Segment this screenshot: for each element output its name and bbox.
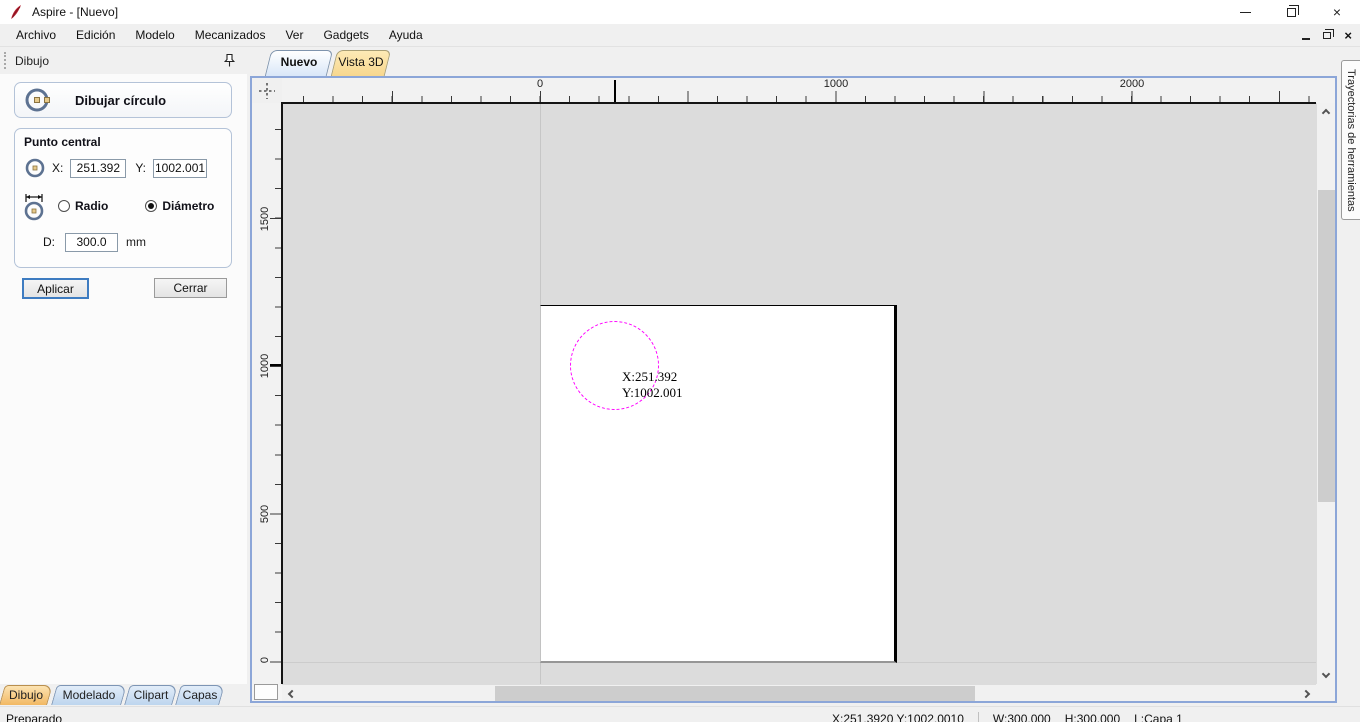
- ruler-label-v0: 0: [259, 656, 271, 664]
- document-tab-strip: Nuevo Vista 3D: [247, 47, 747, 76]
- window-controls: ×: [1222, 0, 1360, 24]
- menu-ver[interactable]: Ver: [275, 24, 313, 46]
- x-input[interactable]: [70, 158, 127, 178]
- center-point-row: X: Y:: [24, 157, 224, 179]
- panel-title: Dibujo: [15, 53, 50, 68]
- app-logo-icon: [11, 5, 21, 19]
- splitter-box[interactable]: [252, 684, 282, 701]
- menu-edicion[interactable]: Edición: [66, 24, 125, 46]
- ruler-label-h0: 0: [536, 78, 544, 90]
- draw-circle-icon: [25, 88, 50, 112]
- menu-mecanizados[interactable]: Mecanizados: [185, 24, 276, 46]
- status-cursor-xy: X:251.3920 Y:1002.0010: [832, 712, 964, 722]
- status-layer: L:Capa 1: [1134, 712, 1183, 722]
- minimize-icon[interactable]: [1222, 0, 1268, 24]
- mdi-minimize-icon[interactable]: [1302, 37, 1311, 40]
- diameter-value-row: D: mm: [43, 231, 233, 253]
- tool-header-card: Dibujar círculo: [14, 82, 232, 118]
- menu-ayuda[interactable]: Ayuda: [379, 24, 433, 46]
- window-title: Aspire - [Nuevo]: [32, 5, 119, 19]
- cursor-x-marker: [614, 80, 616, 102]
- ruler-label-h1000: 1000: [823, 78, 849, 90]
- toolpaths-tab-label: Trayectorias de herramientas: [1345, 68, 1357, 212]
- vertical-scrollbar[interactable]: [1316, 103, 1335, 684]
- viewport-top-border: [281, 102, 1316, 104]
- annotation-y: Y:1002.001: [622, 385, 683, 400]
- ruler-label-v1500: 1500: [259, 206, 271, 232]
- d-label: D:: [43, 235, 55, 249]
- scroll-left-icon[interactable]: [282, 685, 299, 702]
- diameter-input[interactable]: [65, 232, 118, 252]
- vertical-scrollbar-thumb[interactable]: [1318, 190, 1335, 502]
- drawing-viewport[interactable]: X:251.392 Y:1002.001: [282, 103, 1316, 684]
- tool-title: Dibujar círculo: [75, 92, 167, 108]
- ruler-label-v1000: 1000: [259, 353, 271, 379]
- status-ready: Preparado: [6, 712, 63, 722]
- diameter-radio-label[interactable]: Diámetro: [162, 199, 214, 213]
- tab-dibujo[interactable]: Dibujo: [0, 685, 53, 705]
- cursor-coordinates-annotation: X:251.392 Y:1002.001: [622, 369, 683, 401]
- unit-label: mm: [126, 235, 146, 249]
- diameter-icon: [24, 194, 44, 221]
- scrollbar-corner: [1316, 684, 1335, 701]
- mdi-window-controls: ×: [1302, 24, 1352, 47]
- ruler-label-h2000: 2000: [1119, 78, 1145, 90]
- annotation-x: X:251.392: [622, 369, 678, 384]
- panel-tab-strip: Dibujo Modelado Clipart Capas: [0, 684, 247, 706]
- crosshair-icon: [259, 82, 275, 99]
- drawing-panel-header: Dibujo: [0, 47, 247, 74]
- status-readouts: X:251.3920 Y:1002.0010 W:300.000 H:300.0…: [832, 711, 1183, 722]
- horizontal-ruler: 0 1000 2000: [282, 78, 1335, 103]
- right-tab-strip: Trayectorias de herramientas: [1337, 47, 1360, 703]
- horizontal-scrollbar[interactable]: [282, 684, 1316, 701]
- status-width: W:300.000: [992, 712, 1051, 722]
- apply-button[interactable]: Aplicar: [22, 278, 89, 299]
- y-label: Y:: [135, 161, 147, 175]
- ruler-origin-corner: [252, 78, 282, 103]
- vertical-ruler: 1500 1000 500 0: [252, 103, 282, 684]
- mdi-restore-icon[interactable]: [1323, 29, 1335, 39]
- menu-gadgets[interactable]: Gadgets: [313, 24, 378, 46]
- close-button[interactable]: Cerrar: [154, 278, 227, 298]
- title-bar: Aspire - [Nuevo] ×: [0, 0, 1360, 24]
- drawing-panel: Dibujar círculo Punto central X: Y:: [0, 74, 247, 684]
- radius-diameter-row: Radio Diámetro: [21, 191, 227, 221]
- scroll-right-icon[interactable]: [1299, 685, 1316, 702]
- menu-bar: Archivo Edición Modelo Mecanizados Ver G…: [0, 24, 1360, 47]
- pin-icon[interactable]: [222, 53, 237, 68]
- panel-grip-handle[interactable]: [4, 52, 7, 69]
- tab-clipart[interactable]: Clipart: [124, 685, 178, 705]
- menu-modelo[interactable]: Modelo: [125, 24, 184, 46]
- ruler-label-v500: 500: [259, 504, 271, 524]
- tab-capas[interactable]: Capas: [175, 685, 225, 705]
- group-title: Punto central: [24, 135, 101, 149]
- x-label: X:: [52, 161, 64, 175]
- horizontal-scrollbar-thumb[interactable]: [495, 686, 975, 701]
- tab-vista-3d[interactable]: Vista 3D: [330, 50, 392, 76]
- status-bar: Preparado X:251.3920 Y:1002.0010 W:300.0…: [0, 706, 1360, 722]
- status-separator: [977, 712, 979, 722]
- close-icon[interactable]: ×: [1314, 0, 1360, 24]
- tab-modelado[interactable]: Modelado: [51, 685, 127, 705]
- toolpaths-tab[interactable]: Trayectorias de herramientas: [1341, 60, 1360, 220]
- menu-archivo[interactable]: Archivo: [6, 24, 66, 46]
- center-point-icon: [25, 158, 45, 178]
- radius-radio[interactable]: [58, 200, 70, 212]
- y-input[interactable]: [153, 158, 208, 178]
- radius-radio-label[interactable]: Radio: [75, 199, 108, 213]
- scroll-down-icon[interactable]: [1317, 667, 1334, 684]
- center-point-group: Punto central X: Y: Radio Diámetr: [14, 128, 232, 268]
- restore-icon[interactable]: [1268, 0, 1314, 24]
- diameter-radio[interactable]: [145, 200, 158, 212]
- viewport-left-border: [281, 103, 283, 684]
- tab-nuevo[interactable]: Nuevo: [264, 50, 334, 76]
- cursor-y-marker: [270, 364, 281, 366]
- mdi-close-icon[interactable]: ×: [1344, 26, 1352, 46]
- canvas-frame: 0 1000 2000 1500 1000 500 0 X:251.392 Y:…: [250, 76, 1337, 703]
- status-height: H:300.000: [1064, 712, 1121, 722]
- scroll-up-icon[interactable]: [1317, 103, 1334, 120]
